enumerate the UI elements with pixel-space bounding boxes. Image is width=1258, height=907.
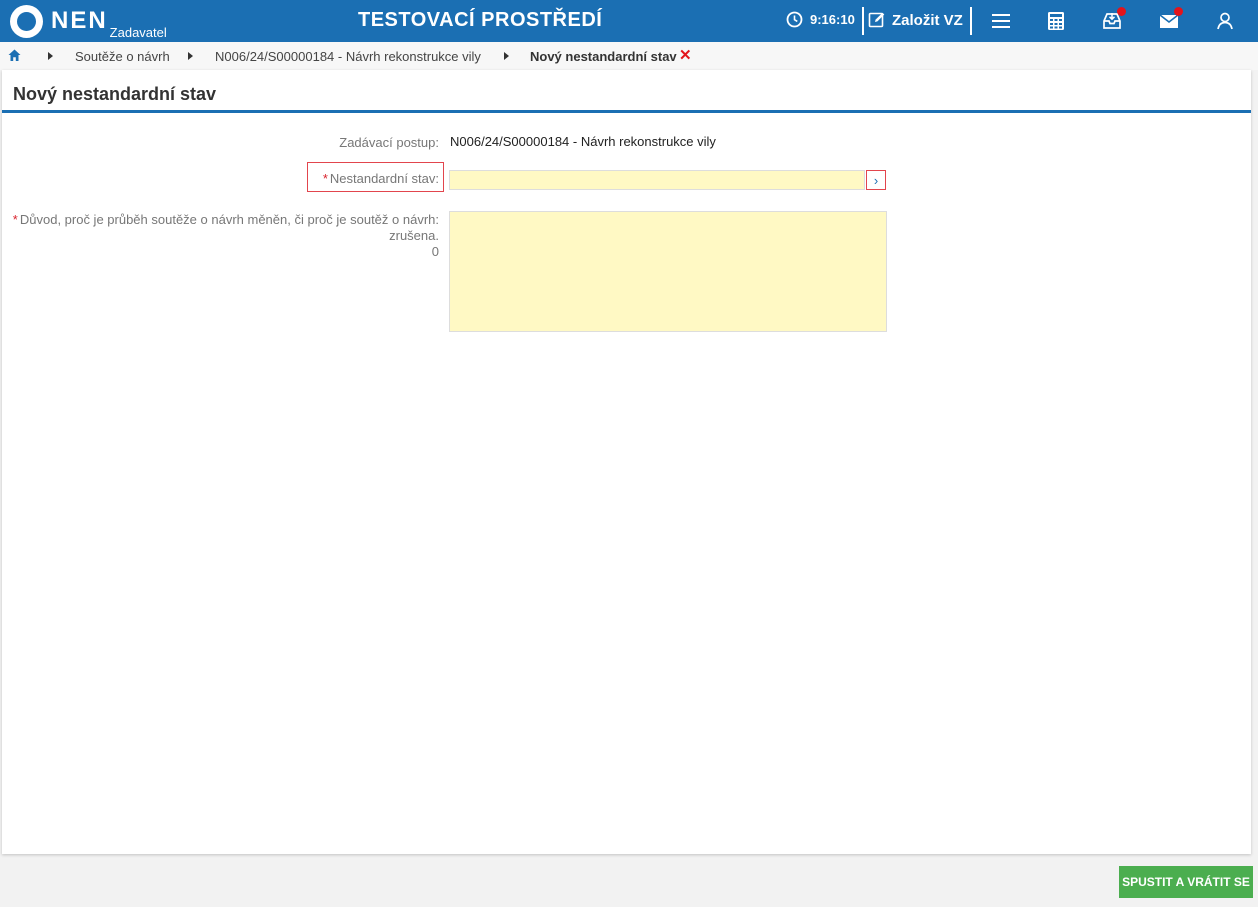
top-bar: NEN Zadavatel TESTOVACÍ PROSTŘEDÍ 9:16:1… [0, 0, 1258, 42]
page-title: Nový nestandardní stav [13, 84, 217, 104]
environment-title: TESTOVACÍ PROSTŘEDÍ [358, 9, 603, 31]
chevron-right-icon [48, 52, 53, 60]
breadcrumb: Soutěže o návrh N006/24/S00000184 - Návr… [0, 42, 1258, 70]
reason-label-line2: zrušena. [389, 228, 439, 243]
required-marker: * [322, 171, 328, 186]
close-icon[interactable]: ✕ [679, 46, 692, 64]
inbox-badge [1117, 7, 1126, 16]
required-marker: * [12, 212, 18, 227]
chevron-right-icon [504, 52, 509, 60]
mail-badge [1174, 7, 1183, 16]
reason-textarea[interactable] [449, 211, 887, 332]
chevron-right-icon [188, 52, 193, 60]
procedure-label: Zadávací postup: [339, 135, 439, 150]
user-icon[interactable] [1214, 10, 1236, 32]
session-clock: 9:16:10 [786, 11, 855, 28]
divider [970, 7, 972, 35]
reason-char-count: 0 [431, 244, 439, 259]
form-panel: Nový nestandardní stav Zadávací postup: … [2, 70, 1251, 854]
edit-icon [868, 12, 885, 28]
inbox-icon[interactable] [1101, 7, 1126, 32]
state-label: * Nestandardní stav: [312, 171, 439, 187]
state-input[interactable] [449, 170, 865, 190]
logo-icon [10, 5, 43, 38]
state-picker-button[interactable]: › [866, 170, 886, 190]
mail-icon[interactable] [1158, 7, 1183, 32]
menu-icon[interactable] [990, 10, 1012, 32]
breadcrumb-current: Nový nestandardní stav [530, 49, 677, 64]
divider [862, 7, 864, 35]
state-label-text: Nestandardní stav: [329, 171, 439, 186]
reason-label: * Důvod, proč je průběh soutěže o návrh m… [10, 212, 439, 260]
procedure-value: N006/24/S00000184 - Návrh rekonstrukce v… [450, 134, 716, 149]
reason-label-line1: Důvod, proč je průběh soutěže o návrh mě… [19, 212, 439, 227]
title-underline [2, 110, 1251, 113]
logo-text: NEN [51, 7, 108, 34]
breadcrumb-item-competitions[interactable]: Soutěže o návrh [75, 49, 170, 64]
clock-time: 9:16:10 [810, 12, 855, 27]
app-logo[interactable]: NEN Zadavatel [10, 4, 167, 40]
run-and-return-button[interactable]: SPUSTIT A VRÁTIT SE [1119, 866, 1253, 898]
breadcrumb-item-procedure[interactable]: N006/24/S00000184 - Návrh rekonstrukce v… [215, 49, 481, 64]
new-vz-button[interactable]: Založit VZ [868, 11, 963, 29]
calculator-icon[interactable] [1045, 10, 1067, 32]
clock-icon [786, 11, 803, 28]
chevron-right-icon: › [873, 172, 879, 188]
home-icon[interactable] [8, 49, 21, 62]
logo-subtitle: Zadavatel [109, 25, 167, 40]
new-vz-label: Založit VZ [892, 11, 963, 29]
